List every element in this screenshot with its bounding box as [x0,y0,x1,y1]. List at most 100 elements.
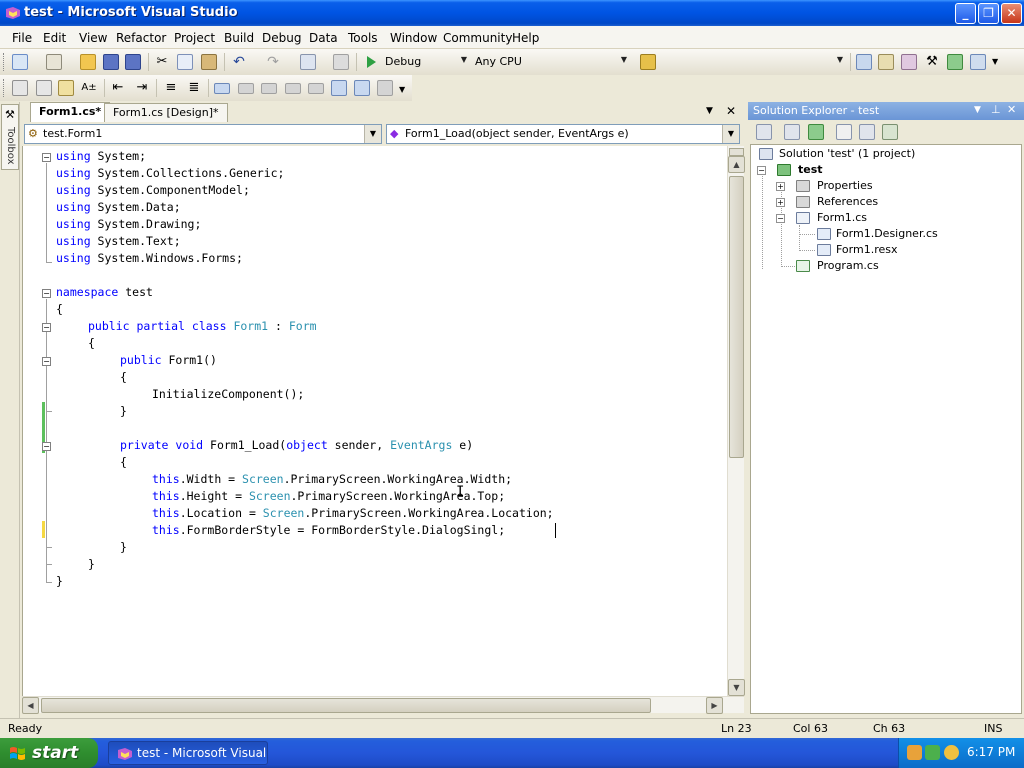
start-page-icon[interactable] [947,54,963,70]
display-quick-info-icon[interactable] [58,80,74,96]
show-all-files-icon[interactable] [784,124,800,140]
scroll-left-icon[interactable]: ◀ [22,697,39,714]
previous-bookmark-icon[interactable] [238,83,254,94]
object-browser-icon[interactable] [901,54,917,70]
properties-icon[interactable] [756,124,772,140]
window-position-icon[interactable]: ▼ [974,105,981,115]
collapse-icon[interactable]: − [42,323,51,332]
close-icon[interactable]: ✕ [1007,103,1016,116]
collapse-icon[interactable]: − [42,442,51,451]
complete-word-icon[interactable]: A± [81,80,97,96]
toolbox-icon[interactable]: ⚒ [924,54,940,70]
split-handle[interactable] [729,148,744,156]
previous-bookmark-in-folder-icon[interactable] [285,83,301,94]
menu-view[interactable]: View [79,31,107,45]
menu-community[interactable]: Community [443,31,512,45]
scroll-thumb[interactable] [41,698,651,713]
network-icon[interactable] [907,745,922,760]
toolbox-tab[interactable]: ⚒ Toolbox [1,104,19,170]
editor-vertical-scrollbar[interactable]: ▲ ▼ [727,146,745,696]
menu-refactor[interactable]: Refactor [116,31,166,45]
decrease-indent-icon[interactable]: ⇤ [110,80,126,96]
next-bookmark-icon[interactable] [261,83,277,94]
maximize-button[interactable]: ❐ [978,3,999,24]
menu-project[interactable]: Project [174,31,215,45]
collapse-icon[interactable]: − [42,357,51,366]
search-icon[interactable] [944,745,959,760]
find-in-files-icon[interactable] [640,54,656,70]
next-bookmark-in-folder-icon[interactable] [308,83,324,94]
undo-icon[interactable]: ↶ [231,54,247,70]
navigate-backward-icon[interactable] [300,54,316,70]
solution-platform-combo[interactable]: Any CPU ▼ [470,52,630,71]
display-parameter-info-icon[interactable] [36,80,52,96]
editor-horizontal-scrollbar[interactable]: ◀ ▶ [22,696,744,714]
scroll-up-icon[interactable]: ▲ [728,156,745,173]
menu-window[interactable]: Window [390,31,437,45]
menu-build[interactable]: Build [224,31,254,45]
open-folder-icon[interactable] [80,54,96,70]
save-all-icon[interactable] [125,54,141,70]
scroll-thumb[interactable] [729,176,744,458]
toolbar-grip[interactable] [3,53,6,71]
menu-debug[interactable]: Debug [262,31,301,45]
scroll-down-icon[interactable]: ▼ [728,679,745,696]
clear-bookmarks-icon[interactable] [377,80,393,96]
collapse-icon[interactable]: − [42,153,51,162]
start-debugging-icon[interactable] [363,54,379,70]
start-button[interactable]: start [0,738,98,768]
scroll-right-icon[interactable]: ▶ [706,697,723,714]
title-bar[interactable]: test - Microsoft Visual Studio _ ❐ ✕ [0,0,1024,26]
copy-icon[interactable] [177,54,193,70]
paste-icon[interactable] [201,54,217,70]
collapse-icon[interactable]: − [757,166,766,175]
members-combo[interactable]: ◆ Form1_Load(object sender, EventArgs e)… [386,124,740,144]
add-item-icon[interactable] [46,54,62,70]
new-project-icon[interactable] [12,54,28,70]
expand-icon[interactable]: + [776,182,785,191]
navigate-forward-icon[interactable] [333,54,349,70]
collapse-icon[interactable]: − [776,214,785,223]
menu-file[interactable]: File [12,31,32,45]
auto-hide-pin-icon[interactable]: ⊥ [991,103,1001,116]
chevron-down-icon[interactable]: ▼ [992,57,998,66]
previous-bookmark-in-document-icon[interactable] [331,80,347,96]
next-bookmark-in-document-icon[interactable] [354,80,370,96]
view-designer-icon[interactable] [859,124,875,140]
solution-explorer-titlebar[interactable]: Solution Explorer - test ▼ ⊥ ✕ [748,102,1024,120]
toggle-bookmark-icon[interactable] [214,83,230,94]
tab-form1-design[interactable]: Form1.cs [Design]* [104,103,228,122]
find-combo[interactable]: ▼ [660,52,846,71]
redo-icon[interactable]: ↷ [265,54,281,70]
uncomment-lines-icon[interactable]: ≣ [186,80,202,96]
menu-tools[interactable]: Tools [348,31,378,45]
command-window-icon[interactable] [970,54,986,70]
menu-help[interactable]: Help [512,31,539,45]
toolbar-grip[interactable] [3,79,6,97]
close-document-icon[interactable]: ✕ [726,104,736,118]
code-editor[interactable]: − − − − − using System; using System.Col… [22,146,727,696]
close-button[interactable]: ✕ [1001,3,1022,24]
save-icon[interactable] [103,54,119,70]
types-combo[interactable]: ⚙ test.Form1 ▼ [24,124,382,144]
view-code-icon[interactable] [836,124,852,140]
menu-data[interactable]: Data [309,31,338,45]
tab-form1-code[interactable]: Form1.cs* [30,102,111,122]
chevron-down-icon[interactable]: ▼ [399,85,405,94]
solution-configuration-combo[interactable]: Debug ▼ [380,52,470,71]
menu-edit[interactable]: Edit [43,31,66,45]
refresh-icon[interactable] [808,124,824,140]
properties-window-icon[interactable] [878,54,894,70]
view-class-diagram-icon[interactable] [882,124,898,140]
solution-explorer-icon[interactable] [856,54,872,70]
expand-icon[interactable]: + [776,198,785,207]
taskbar-visual-studio[interactable]: test - Microsoft Visual... [108,741,268,765]
display-object-member-list-icon[interactable] [12,80,28,96]
increase-indent-icon[interactable]: ⇥ [134,80,150,96]
collapse-icon[interactable]: − [42,289,51,298]
active-files-dropdown-icon[interactable]: ▼ [706,106,713,116]
cut-icon[interactable]: ✂ [154,54,170,70]
security-icon[interactable] [925,745,940,760]
comment-lines-icon[interactable]: ≡ [163,80,179,96]
minimize-button[interactable]: _ [955,3,976,24]
